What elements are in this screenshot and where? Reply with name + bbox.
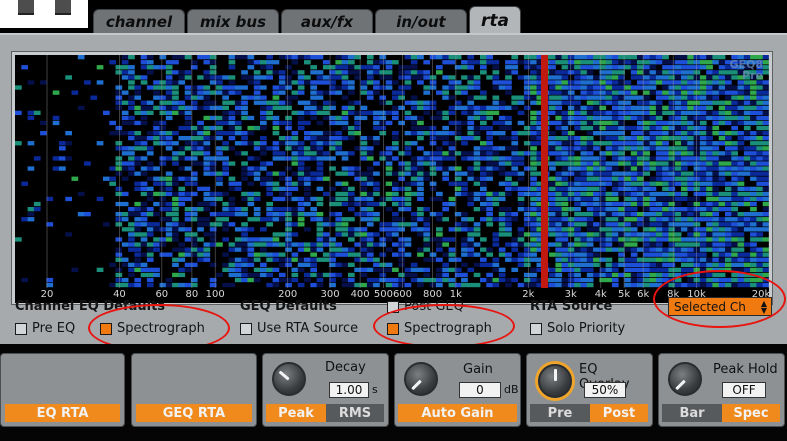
use-rta-source-check-icon	[240, 322, 252, 335]
auto-gain-button[interactable]: Auto Gain	[398, 404, 517, 422]
freq-label-400: 400	[350, 289, 370, 300]
geq-watermark: GEQ8 Pre	[729, 59, 763, 81]
gain-value[interactable]: 0	[459, 382, 501, 398]
rms-button[interactable]: RMS	[326, 404, 384, 422]
pre-eq-checkbox[interactable]: Pre EQ	[15, 321, 75, 336]
rta-source-heading: RTA Source	[530, 299, 613, 314]
geq-spectrograph-label: Spectrograph	[404, 321, 492, 336]
decay-value[interactable]: 1.00	[329, 382, 369, 398]
solo-priority-label: Solo Priority	[547, 321, 626, 336]
eq-rta-cell: EQ RTA	[0, 353, 125, 427]
peak-button[interactable]: Peak	[266, 404, 326, 422]
solo-priority-check-icon	[530, 322, 542, 335]
rta-source-selected: Selected Ch	[674, 299, 746, 314]
geq-rta-cell: GEQ RTA	[131, 353, 257, 427]
freq-label-80: 80	[185, 289, 199, 300]
tab-channel[interactable]: channel	[93, 9, 185, 33]
channel-spectrograph-check-icon	[100, 322, 112, 335]
gain-unit: dB	[504, 383, 519, 396]
pre-eq-check-icon	[15, 322, 27, 335]
decay-title: Decay	[325, 360, 366, 375]
channel-spectrograph-label: Spectrograph	[117, 321, 205, 336]
gain-title: Gain	[463, 362, 493, 377]
rta-panel: GEQ8 Pre 20 40 60 80 100 200 300 400 500 600 800 1k…	[0, 33, 787, 344]
peak-hold-spec-button[interactable]: Spec	[722, 404, 780, 422]
spectrograph-cells	[15, 55, 769, 288]
use-rta-source-label: Use RTA Source	[257, 321, 359, 336]
knob-eq-overlay-icon[interactable]	[538, 364, 572, 398]
geq-rta-button[interactable]: GEQ RTA	[136, 404, 252, 422]
tab-mix-bus[interactable]: mix bus	[187, 9, 279, 33]
select-arrows-icon: ▲ ▼	[760, 299, 767, 315]
rta-source-select[interactable]: Selected Ch ▲ ▼	[668, 297, 772, 316]
watermark-line2: Pre	[742, 69, 763, 82]
post-geq-checkbox[interactable]: Post GEQ	[387, 299, 464, 314]
knob-decay-icon[interactable]	[272, 362, 306, 396]
frequency-marker	[541, 55, 548, 288]
geq-spectrograph-check-icon	[387, 322, 399, 335]
freq-label-100: 100	[205, 289, 225, 300]
gain-cell: Gain 0 dB Auto Gain	[394, 353, 521, 427]
channel-spectrograph-checkbox[interactable]: Spectrograph	[100, 321, 205, 336]
pre-eq-label: Pre EQ	[32, 321, 76, 336]
tab-rta[interactable]: rta	[469, 6, 521, 34]
post-geq-label: Post GEQ	[404, 299, 464, 314]
channel-eq-defaults-heading: Channel EQ Defaults	[15, 299, 166, 314]
tab-aux-fx[interactable]: aux/fx	[281, 9, 373, 33]
eq-overlay-cell: EQ Overlay 50% Pre Post	[526, 353, 653, 427]
peak-hold-cell: Peak Hold OFF Bar Spec	[658, 353, 785, 427]
top-bar: channel mix bus aux/fx in/out rta	[0, 0, 787, 34]
spectrograph-canvas	[15, 55, 769, 288]
freq-label-5k: 5k	[618, 289, 631, 300]
fader-thumbnail	[0, 0, 88, 28]
post-geq-check-icon	[387, 300, 399, 313]
decay-cell: Decay 1.00 s Peak RMS	[262, 353, 389, 427]
fader-cap-right-icon	[55, 0, 71, 15]
eq-overlay-value[interactable]: 50%	[584, 382, 626, 398]
knob-gain-icon[interactable]	[404, 362, 438, 396]
geq-defaults-heading: GEQ Defaults	[240, 299, 337, 314]
tab-in-out[interactable]: in/out	[375, 9, 467, 33]
peak-hold-value[interactable]: OFF	[722, 382, 766, 398]
decay-unit: s	[372, 383, 378, 396]
rta-display-frame: GEQ8 Pre 20 40 60 80 100 200 300 400 500 600 800 1k…	[11, 51, 773, 305]
use-rta-source-checkbox[interactable]: Use RTA Source	[240, 321, 358, 336]
knob-peak-hold-icon[interactable]	[668, 362, 702, 396]
peak-hold-title: Peak Hold	[713, 362, 778, 377]
geq-spectrograph-checkbox[interactable]: Spectrograph	[387, 321, 492, 336]
eq-overlay-pre-button[interactable]: Pre	[530, 404, 590, 422]
eq-overlay-post-button[interactable]: Post	[590, 404, 648, 422]
fader-cap-left-icon	[18, 0, 34, 15]
freq-label-6k: 6k	[637, 289, 650, 300]
solo-priority-checkbox[interactable]: Solo Priority	[530, 321, 625, 336]
peak-hold-bar-button[interactable]: Bar	[662, 404, 722, 422]
eq-rta-button[interactable]: EQ RTA	[5, 404, 120, 422]
spectrograph-display[interactable]: GEQ8 Pre	[15, 55, 769, 288]
